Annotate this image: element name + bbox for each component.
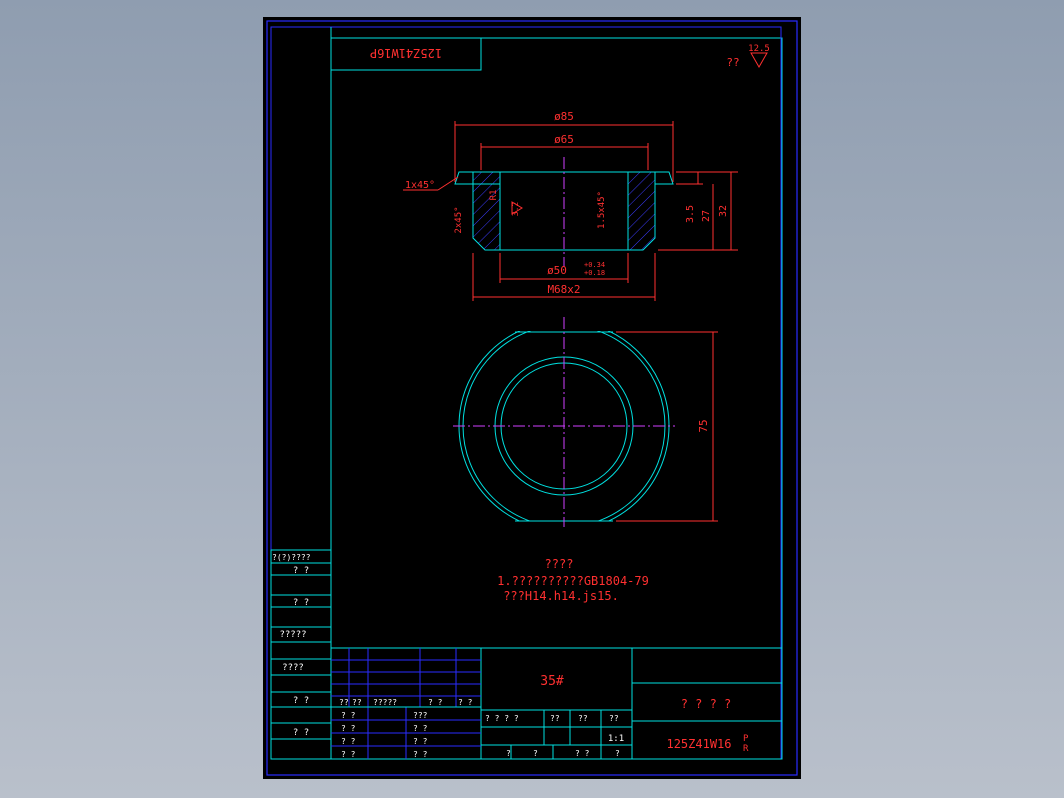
- dim-radius: R1: [489, 190, 499, 201]
- right-wall-section: [627, 171, 656, 251]
- drawing-suffix-top: P: [743, 734, 749, 744]
- frame-border: [270, 26, 782, 760]
- sign-label2-0: ???: [413, 711, 428, 720]
- strip-r1: ?(?)????: [272, 553, 311, 562]
- stage-header-0: ? ? ? ?: [485, 714, 519, 723]
- notes-title: ????: [545, 557, 574, 571]
- dim-d50-upper: +0.34: [584, 261, 605, 269]
- rev-row-2: ?????: [373, 698, 397, 707]
- sign-label2-1: ? ?: [413, 724, 428, 733]
- part-name: ? ? ? ?: [681, 697, 732, 711]
- end-view: 75: [453, 317, 718, 527]
- stage-header-3: ??: [609, 714, 619, 723]
- sheet-row-2: ? ?: [575, 749, 590, 758]
- sign-label2-3: ? ?: [413, 750, 428, 759]
- sign-label-0: ? ?: [341, 711, 356, 720]
- sign-label-2: ? ?: [341, 737, 356, 746]
- dim-h32: 32: [718, 205, 729, 217]
- scale: 1:1: [608, 734, 624, 744]
- sign-label-1: ? ?: [341, 724, 356, 733]
- strip-r7: ? ?: [293, 728, 309, 738]
- sheet-row-1: ?: [533, 749, 538, 758]
- notes-line1: 1.??????????GB1804-79: [497, 574, 649, 588]
- sign-label-3: ? ?: [341, 750, 356, 759]
- drawing-no: 125Z41W16: [666, 737, 731, 751]
- dim-thread: M68x2: [547, 283, 580, 296]
- sheet-row-0: ?: [506, 749, 511, 758]
- notes-line2: ???H14.h14.js15.: [503, 589, 619, 603]
- dim-chamfer-left: 2x45°: [454, 206, 464, 233]
- strip-r5: ????: [282, 663, 304, 673]
- rev-row-3: ? ?: [428, 698, 443, 707]
- strip-r4: ?????: [279, 630, 306, 640]
- stage-header-2: ??: [578, 714, 588, 723]
- dim-d50-lower: +0.18: [584, 269, 605, 277]
- dim-h35: 3.5: [685, 205, 696, 223]
- dim-d75: 75: [697, 419, 710, 432]
- drawing-canvas: 125Z41W16P 12.5 ?? ø85 ø65 1x45° R1 2x45…: [266, 20, 798, 776]
- dim-roughness-inner: 3.2: [511, 202, 520, 217]
- drawing-code-rotated: 125Z41W16P: [370, 46, 442, 60]
- material: 35#: [540, 674, 564, 689]
- dim-d85: ø85: [554, 110, 574, 123]
- dim-chamfer-top: 1x45°: [405, 180, 435, 191]
- section-view: [454, 157, 674, 267]
- dim-h27: 27: [701, 210, 712, 222]
- rev-row-0: ??: [339, 698, 349, 707]
- rev-row-4: ? ?: [458, 698, 473, 707]
- strip-r3: ? ?: [293, 598, 309, 608]
- stage-header-1: ??: [550, 714, 560, 723]
- roughness-note: ??: [726, 56, 739, 69]
- sign-label2-2: ? ?: [413, 737, 428, 746]
- rev-row-1: ??: [352, 698, 362, 707]
- drawing-sheet: 125Z41W16P 12.5 ?? ø85 ø65 1x45° R1 2x45…: [263, 17, 801, 779]
- sheet-row-3: ?: [615, 749, 620, 758]
- strip-r6: ? ?: [293, 696, 309, 706]
- outer-border: [266, 20, 798, 776]
- dim-d65: ø65: [554, 133, 574, 146]
- strip-r2: ? ?: [293, 566, 309, 576]
- roughness-symbol-icon: [750, 52, 768, 69]
- dim-chamfer-right: 1.5x45°: [597, 191, 607, 229]
- drawing-suffix-bottom: R: [743, 744, 749, 754]
- dim-d50: ø50: [547, 264, 567, 277]
